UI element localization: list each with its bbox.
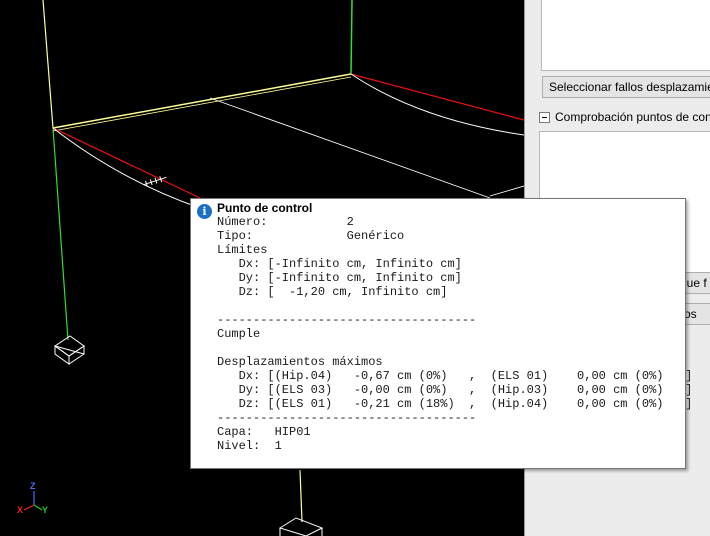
tooltip-line: Dx: [(Hip.04) -0,67 cm (0%) , (ELS 01) 0… [217, 369, 693, 383]
tooltip-line: ------------------------------------ [217, 313, 477, 327]
tooltip-line: Capa: HIP01 [217, 425, 311, 439]
collapse-icon[interactable] [539, 112, 550, 124]
beam-red-left [52, 127, 201, 199]
tooltip-line: Dx: [-Infinito cm, Infinito cm] [217, 257, 462, 271]
tooltip-line [217, 299, 692, 313]
tooltip-line: Número: 2 [217, 215, 354, 229]
tooltip-line: Límites [217, 243, 268, 257]
column-left-lower [52, 127, 69, 341]
control-points-group-label: Comprobación puntos de contro [555, 110, 710, 124]
tooltip-line: Dy: [-Infinito cm, Infinito cm] [217, 271, 462, 285]
column-middle [350, 0, 353, 75]
select-failures-button[interactable]: Seleccionar fallos desplazamien [542, 76, 710, 98]
tooltip-line: Cumple [217, 327, 261, 341]
diagonal-white [209, 97, 491, 199]
tooltip-line: Dz: [(ELS 01) -0,21 cm (18%) , (Hip.04) … [217, 397, 693, 411]
column-left [42, 0, 54, 129]
axis-label-y: Y [42, 505, 49, 515]
axis-triad [23, 491, 43, 511]
control-points-group-header[interactable]: Comprobación puntos de contro [539, 110, 710, 126]
tooltip-line: Tipo: Genérico [217, 229, 405, 243]
beam-red-right [350, 73, 524, 121]
tooltip-line: ------------------------------------ [217, 411, 477, 425]
support-cube-left [54, 335, 85, 365]
tooltip-body: Número: 2 Tipo: Genérico Límites Dx: [-Inf… [217, 215, 692, 453]
tooltip-title: Punto de control [217, 201, 313, 215]
tooltip-line: Dz: [ -1,20 cm, Infinito cm] [217, 285, 448, 299]
column-middle-lower [299, 469, 303, 523]
deformed-beam-left [52, 127, 201, 209]
axis-label-x: X [17, 505, 24, 515]
upper-list-box[interactable] [541, 0, 710, 71]
tooltip-line: Nivel: 1 [217, 439, 282, 453]
beam-top [52, 73, 352, 129]
tooltip-line [217, 341, 692, 355]
deformed-beam-right [350, 73, 524, 136]
control-point-tooltip: i Punto de control Número: 2 Tipo: Genéri… [190, 198, 692, 469]
info-icon: i [197, 204, 212, 219]
support-cube-bottom [278, 517, 324, 536]
edge-right [489, 185, 524, 197]
tooltip-line: Desplazamientos máximos [217, 355, 383, 369]
axis-label-z: Z [30, 481, 36, 491]
beam-top-2 [52, 76, 352, 132]
tooltip-line: Dy: [(ELS 03) -0,00 cm (0%) , (Hip.03) 0… [217, 383, 693, 397]
